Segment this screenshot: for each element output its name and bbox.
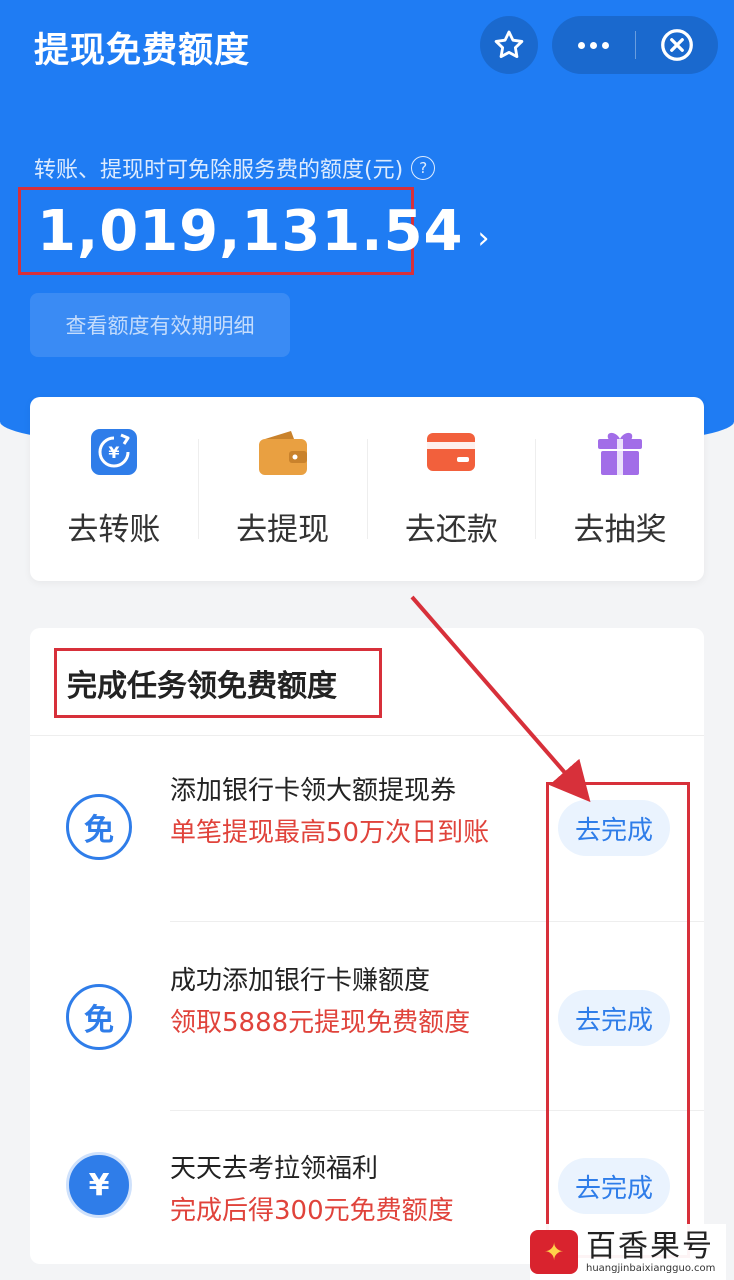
watermark-logo-icon: ✦ bbox=[530, 1230, 578, 1274]
favorite-button[interactable] bbox=[480, 16, 538, 74]
task-panel-title: 完成任务领免费额度 bbox=[67, 669, 337, 704]
watermark: ✦ 百香果号 huangjinbaixiangguo.com bbox=[530, 1224, 726, 1280]
free-icon: 免 bbox=[66, 984, 132, 1050]
quota-label: 转账、提现时可免除服务费的额度(元) ? bbox=[34, 152, 436, 184]
star-icon bbox=[494, 30, 524, 59]
svg-text:¥: ¥ bbox=[108, 443, 119, 462]
watermark-name: 百香果号 bbox=[586, 1228, 714, 1264]
chevron-right-icon: › bbox=[477, 220, 490, 256]
action-withdraw[interactable]: 去提现 bbox=[199, 429, 367, 549]
task-title: 添加银行卡领大额提现券 bbox=[170, 776, 457, 806]
task-description: 完成后得300元免费额度 bbox=[170, 1196, 454, 1226]
action-lottery[interactable]: 去抽奖 bbox=[536, 429, 704, 549]
quota-amount: 1,019,131.54 bbox=[37, 198, 464, 264]
action-label: 去提现 bbox=[236, 512, 330, 548]
page-title: 提现免费额度 bbox=[34, 31, 251, 71]
transfer-icon: ¥ bbox=[90, 429, 137, 475]
action-repay[interactable]: 去还款 bbox=[368, 429, 536, 549]
task-title: 天天去考拉领福利 bbox=[170, 1154, 379, 1184]
quota-label-text: 转账、提现时可免除服务费的额度(元) bbox=[34, 158, 404, 183]
action-transfer[interactable]: ¥ 去转账 bbox=[30, 429, 198, 549]
free-icon: 免 bbox=[66, 794, 132, 860]
action-label: 去转账 bbox=[67, 512, 161, 548]
quota-amount-link[interactable]: 1,019,131.54 › bbox=[18, 187, 490, 275]
quick-actions: ¥ 去转账 去提现 去还款 去抽奖 bbox=[30, 397, 704, 581]
help-icon[interactable]: ? bbox=[411, 156, 436, 180]
close-button[interactable] bbox=[636, 16, 719, 74]
wallet-icon bbox=[258, 431, 307, 475]
action-label: 去抽奖 bbox=[573, 512, 667, 548]
mini-program-capsule bbox=[552, 16, 718, 74]
divider bbox=[30, 735, 704, 736]
gift-icon bbox=[598, 432, 643, 475]
watermark-text: 百香果号 huangjinbaixiangguo.com bbox=[586, 1228, 716, 1274]
watermark-url: huangjinbaixiangguo.com bbox=[586, 1262, 716, 1274]
task-description: 单笔提现最高50万次日到账 bbox=[170, 818, 490, 848]
more-icon bbox=[577, 41, 609, 49]
coupon-icon: ¥ bbox=[66, 1152, 132, 1218]
task-panel-header: 完成任务领免费额度 bbox=[54, 648, 382, 718]
annotation-highlight-box bbox=[546, 782, 690, 1258]
action-label: 去还款 bbox=[404, 512, 498, 548]
more-button[interactable] bbox=[552, 16, 635, 74]
validity-detail-button[interactable]: 查看额度有效期明细 bbox=[30, 293, 290, 357]
close-icon bbox=[660, 29, 693, 61]
task-title: 成功添加银行卡赚额度 bbox=[170, 966, 431, 996]
task-description: 领取5888元提现免费额度 bbox=[170, 1008, 471, 1038]
card-icon bbox=[427, 433, 476, 471]
